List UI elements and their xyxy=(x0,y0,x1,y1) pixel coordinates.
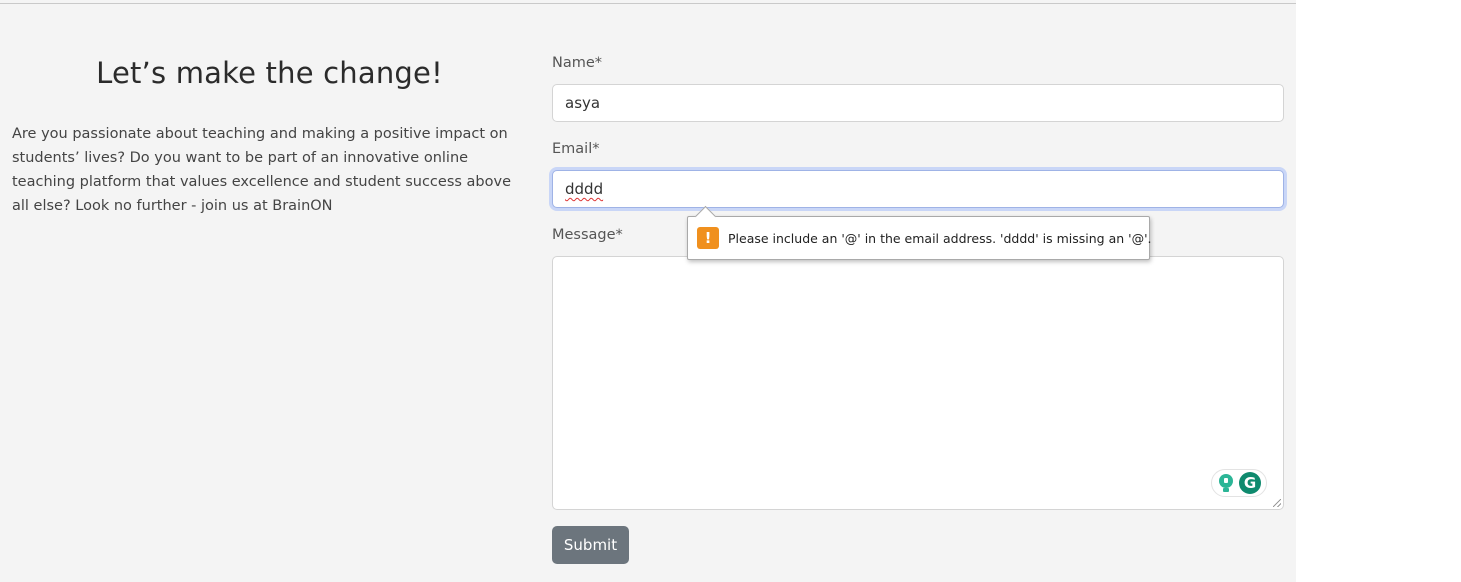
email-label: Email* xyxy=(552,141,600,157)
message-label: Message* xyxy=(552,227,623,243)
name-label: Name* xyxy=(552,55,603,71)
grammarly-widget[interactable]: G xyxy=(1211,469,1267,497)
email-field[interactable]: dddd xyxy=(552,170,1284,208)
page-title: Let’s make the change! xyxy=(96,56,443,90)
message-textarea[interactable]: G xyxy=(552,256,1284,510)
exclamation-warning-icon: ! xyxy=(697,227,719,249)
resize-handle[interactable] xyxy=(1273,499,1281,507)
lightbulb-icon[interactable] xyxy=(1217,473,1235,493)
name-field[interactable]: asya xyxy=(552,84,1284,122)
top-divider xyxy=(0,3,1296,4)
intro-paragraph: Are you passionate about teaching and ma… xyxy=(12,126,512,214)
email-field-value: dddd xyxy=(565,180,604,198)
submit-button[interactable]: Submit xyxy=(552,526,629,564)
page-gutter xyxy=(1296,0,1461,582)
validation-tooltip: ! Please include an '@' in the email add… xyxy=(687,216,1152,260)
intro-section: Let’s make the change! Are you passionat… xyxy=(12,52,527,218)
validation-message: Please include an '@' in the email addre… xyxy=(728,230,1152,246)
grammarly-icon[interactable]: G xyxy=(1239,472,1261,494)
name-field-value: asya xyxy=(565,94,601,112)
